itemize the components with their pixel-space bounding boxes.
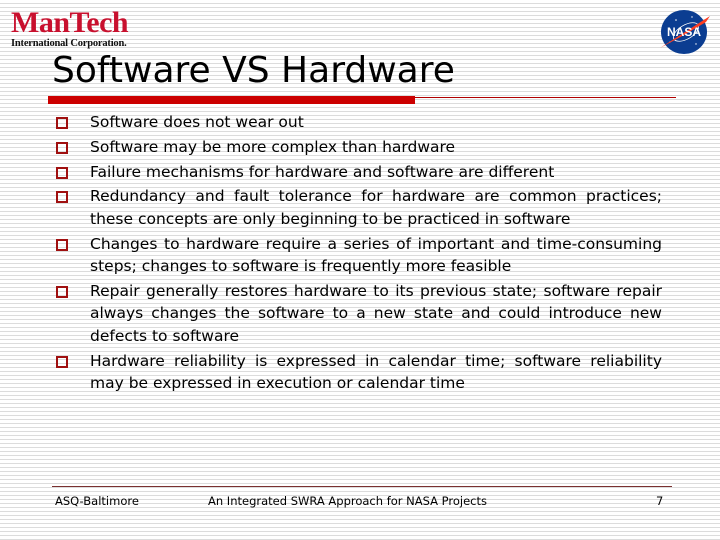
bullet-list: Software does not wear out Software may … — [56, 111, 662, 397]
footer-organization: ASQ-Baltimore — [55, 494, 139, 508]
bullet-text: Redundancy and fault tolerance for hardw… — [90, 187, 662, 228]
footer-presentation-title: An Integrated SWRA Approach for NASA Pro… — [208, 494, 488, 508]
square-bullet-icon — [56, 141, 68, 154]
title-underline-thick — [48, 96, 415, 104]
bullet-item: Software may be more complex than hardwa… — [56, 136, 662, 159]
bullet-item: Redundancy and fault tolerance for hardw… — [56, 185, 662, 230]
square-bullet-icon — [56, 238, 68, 251]
bullet-item: Software does not wear out — [56, 111, 662, 134]
footer-divider — [52, 486, 672, 487]
mantech-logo-subtitle: International Corporation. — [11, 38, 127, 49]
nasa-logo-text: NASA — [667, 25, 701, 39]
square-bullet-icon — [56, 166, 68, 179]
bullet-text: Software may be more complex than hardwa… — [90, 137, 456, 156]
bullet-item: Repair generally restores hardware to it… — [56, 280, 662, 348]
bullet-item: Hardware reliability is expressed in cal… — [56, 350, 662, 395]
mantech-logo-name: ManTech — [11, 6, 129, 39]
square-bullet-icon — [56, 117, 68, 129]
bullet-text: Changes to hardware require a series of … — [90, 234, 662, 276]
page-number: 7 — [656, 494, 664, 508]
square-bullet-icon — [56, 285, 68, 298]
bullet-text: Repair generally restores hardware to it… — [90, 281, 662, 345]
mantech-logo: ManTech International Corporation. — [11, 6, 129, 50]
square-bullet-icon — [56, 355, 68, 368]
square-bullet-icon — [56, 191, 68, 204]
bullet-text: Hardware reliability is expressed in cal… — [90, 351, 662, 393]
slide-title: Software VS Hardware — [52, 50, 455, 91]
bullet-text: Failure mechanisms for hardware and soft… — [90, 162, 555, 181]
bullet-text: Software does not wear out — [90, 113, 304, 131]
bullet-item: Failure mechanisms for hardware and soft… — [56, 161, 662, 184]
bullet-item: Changes to hardware require a series of … — [56, 233, 662, 278]
nasa-logo-icon: NASA — [660, 10, 710, 54]
